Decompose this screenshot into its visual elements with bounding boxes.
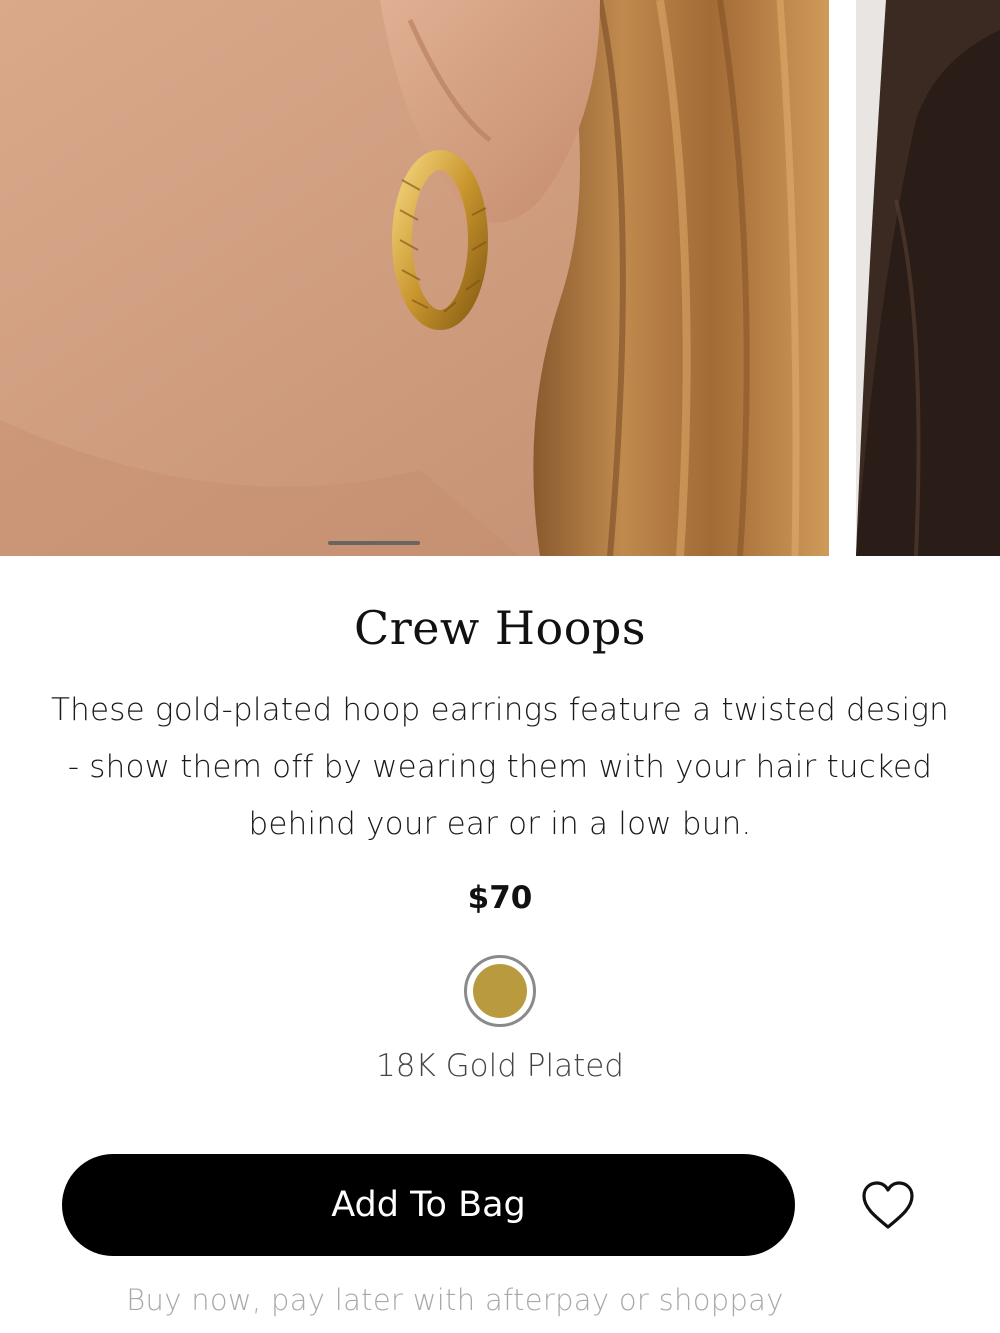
variant-label: 18K Gold Plated [376,1048,624,1084]
payment-note: Buy now, pay later with afterpay or shop… [126,1283,784,1317]
add-to-bag-button[interactable]: Add To Bag [62,1154,795,1256]
color-swatch-gold[interactable] [464,955,536,1027]
product-image-main[interactable] [0,0,829,556]
carousel-scroll-indicator [328,541,420,545]
heart-icon [862,1181,914,1229]
product-page: Crew Hoops These gold-plated hoop earrin… [0,0,1000,1333]
product-image-carousel[interactable] [0,0,1000,556]
product-title: Crew Hoops [354,601,646,655]
product-description: These gold-plated hoop earrings feature … [51,692,949,842]
swatch-fill [473,964,527,1018]
product-image-next[interactable] [856,0,1000,556]
product-price: $70 [467,880,533,916]
wishlist-button[interactable] [858,1176,918,1236]
